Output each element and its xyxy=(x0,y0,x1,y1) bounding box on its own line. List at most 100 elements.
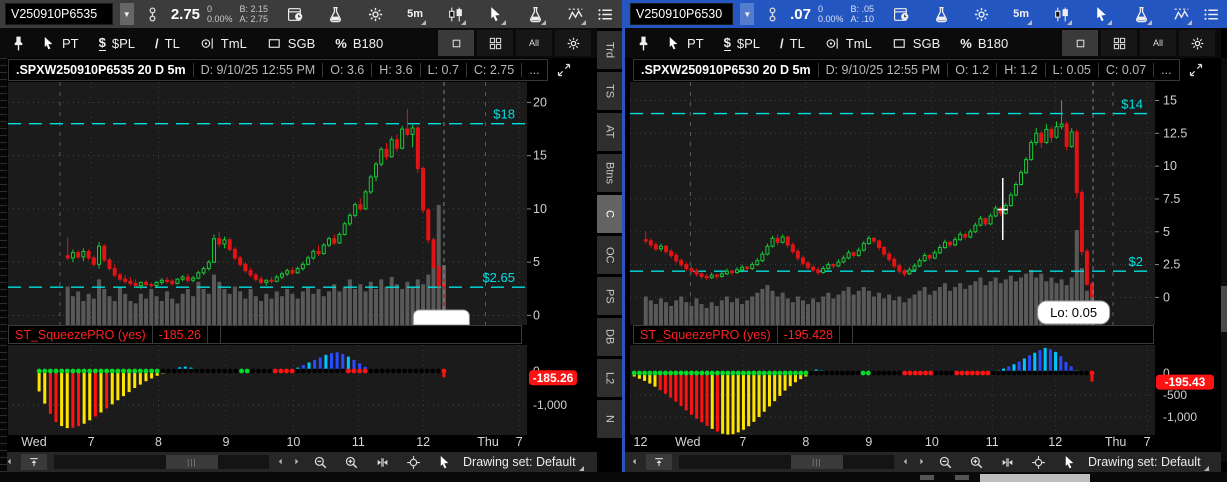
scroll-left-arrow[interactable] xyxy=(630,455,639,469)
b180-button[interactable]: %B180 xyxy=(326,31,392,55)
zoom-in-icon[interactable] xyxy=(339,450,363,474)
time-level-button[interactable]: TmL xyxy=(191,31,256,55)
price-chart-canvas[interactable]: $18$2.6520151050 xyxy=(0,82,597,325)
settings-gear-button[interactable] xyxy=(555,30,591,56)
link-icon[interactable] xyxy=(761,2,783,26)
sidebar-tab-ps[interactable]: PS xyxy=(597,277,622,315)
timeframe-button[interactable]: 5m xyxy=(1009,2,1033,26)
pointer-icon[interactable] xyxy=(432,450,456,474)
drawing-toolbar: PT$$PL/TLTmLSGB%B180 All xyxy=(625,28,1221,59)
price-tool-button[interactable]: PT xyxy=(657,31,713,55)
squeeze-study-canvas[interactable]: 0-1,000-185.26Wed789101112Thu7 xyxy=(0,345,597,452)
cursor-tool-button[interactable] xyxy=(1089,2,1113,26)
trendline-button[interactable]: /TL xyxy=(771,31,814,55)
fit-width-icon[interactable] xyxy=(995,450,1019,474)
fit-width-icon[interactable] xyxy=(370,450,394,474)
h-scrollbar-thumb[interactable]: ||| xyxy=(166,455,218,469)
zoom-in-icon[interactable] xyxy=(964,450,988,474)
settings-gear-button[interactable] xyxy=(1179,30,1215,56)
strategies-flask-icon[interactable] xyxy=(1129,2,1153,26)
settings-gear-icon[interactable] xyxy=(363,2,387,26)
sidebar-tab-oc[interactable]: OC xyxy=(597,236,622,274)
grid-layout-button[interactable] xyxy=(1101,30,1137,56)
sidebar-tab-ts[interactable]: TS xyxy=(597,72,622,110)
all-button[interactable]: All xyxy=(1140,30,1176,56)
chart-bottom-bar: ||| Drawing set: Default xyxy=(625,452,1221,472)
sidebar-tab-db[interactable]: DB xyxy=(597,318,622,356)
drawing-set-selector[interactable]: Drawing set: Default xyxy=(1088,455,1209,469)
more-fields[interactable]: ... xyxy=(1154,63,1178,77)
patterns-icon[interactable] xyxy=(563,2,587,26)
zoom-out-icon[interactable] xyxy=(308,450,332,474)
maximize-button[interactable] xyxy=(1062,30,1098,56)
step-right-arrow[interactable] xyxy=(917,455,926,469)
sidebar-tab-trd[interactable]: Trd xyxy=(597,31,622,69)
step-left-arrow[interactable] xyxy=(276,455,285,469)
h-scrollbar-thumb[interactable]: ||| xyxy=(791,455,843,469)
all-button[interactable]: All xyxy=(516,30,552,56)
collapse-panel-button[interactable] xyxy=(646,454,672,470)
chart-style-button[interactable] xyxy=(1049,2,1073,26)
sgb-button[interactable]: SGB xyxy=(883,31,949,55)
symbol-dropdown-button[interactable]: ▼ xyxy=(120,3,134,25)
events-icon[interactable] xyxy=(889,2,913,26)
pointer-icon[interactable] xyxy=(1057,450,1081,474)
settings-gear-icon[interactable] xyxy=(969,2,993,26)
chart-style-button[interactable] xyxy=(443,2,467,26)
squeeze-study-canvas[interactable]: 0-500-1,000-195.4312Wed789101112Thu7 xyxy=(622,345,1227,452)
strategies-flask-icon[interactable] xyxy=(523,2,547,26)
patterns-icon[interactable] xyxy=(1169,2,1193,26)
crosshair-icon[interactable] xyxy=(401,450,425,474)
cursor-tool-button[interactable] xyxy=(483,2,507,26)
h-scrollbar[interactable]: ||| xyxy=(679,455,894,469)
drawing-set-selector[interactable]: Drawing set: Default xyxy=(463,455,584,469)
dollar-pl-button[interactable]: $$PL xyxy=(90,31,144,55)
restore-size-icon[interactable] xyxy=(1188,62,1204,78)
scrollbar-thumb[interactable] xyxy=(1221,286,1227,332)
menu-icon[interactable] xyxy=(1200,2,1222,26)
timeframe-button[interactable]: 5m xyxy=(403,2,427,26)
study-name[interactable]: ST_SqueezePRO (yes) xyxy=(8,325,153,344)
svg-text:$18: $18 xyxy=(493,107,515,122)
link-icon[interactable] xyxy=(141,2,164,26)
svg-text:7: 7 xyxy=(1144,435,1151,449)
pin-icon[interactable] xyxy=(631,31,655,55)
sidebar-tab-at[interactable]: AT xyxy=(597,113,622,151)
events-icon[interactable] xyxy=(283,2,307,26)
dollar-pl-button[interactable]: $$PL xyxy=(715,31,769,55)
studies-flask-icon[interactable] xyxy=(929,2,953,26)
zoom-out-icon[interactable] xyxy=(933,450,957,474)
study-name[interactable]: ST_SqueezePRO (yes) xyxy=(633,325,778,344)
bar-high: H: 3.6 xyxy=(372,63,420,77)
studies-flask-icon[interactable] xyxy=(323,2,347,26)
sidebar-tab-c[interactable]: C xyxy=(597,195,622,233)
study-spacer-wide xyxy=(853,325,1154,344)
grid-layout-button[interactable] xyxy=(477,30,513,56)
step-right-arrow[interactable] xyxy=(292,455,301,469)
sidebar-tab-n[interactable]: N xyxy=(597,400,622,438)
svg-text:5: 5 xyxy=(533,255,540,269)
symbol-input[interactable]: V250910P6530 xyxy=(630,3,733,25)
sidebar-tab-l2[interactable]: L2 xyxy=(597,359,622,397)
collapse-panel-button[interactable] xyxy=(21,454,47,470)
b180-button[interactable]: %B180 xyxy=(951,31,1017,55)
step-left-arrow[interactable] xyxy=(901,455,910,469)
trendline-button[interactable]: /TL xyxy=(146,31,189,55)
time-level-button[interactable]: TmL xyxy=(816,31,881,55)
more-fields[interactable]: ... xyxy=(522,63,546,77)
left-ruler xyxy=(0,58,7,472)
restore-size-icon[interactable] xyxy=(556,62,572,78)
price-chart-canvas[interactable]: $14$21512.5107.552.50Lo: 0.05 xyxy=(622,82,1227,325)
svg-text:8: 8 xyxy=(802,435,809,449)
vertical-scrollbar[interactable] xyxy=(1221,58,1227,462)
symbol-input[interactable]: V250910P6535 xyxy=(5,3,113,25)
sgb-button[interactable]: SGB xyxy=(258,31,324,55)
maximize-button[interactable] xyxy=(438,30,474,56)
h-scrollbar[interactable]: ||| xyxy=(54,455,269,469)
symbol-dropdown-button[interactable]: ▼ xyxy=(740,3,754,25)
price-tool-button[interactable]: PT xyxy=(32,31,88,55)
sidebar-tab-btns[interactable]: Btns xyxy=(597,154,622,192)
pin-icon[interactable] xyxy=(6,31,30,55)
crosshair-icon[interactable] xyxy=(1026,450,1050,474)
menu-icon[interactable] xyxy=(594,2,617,26)
